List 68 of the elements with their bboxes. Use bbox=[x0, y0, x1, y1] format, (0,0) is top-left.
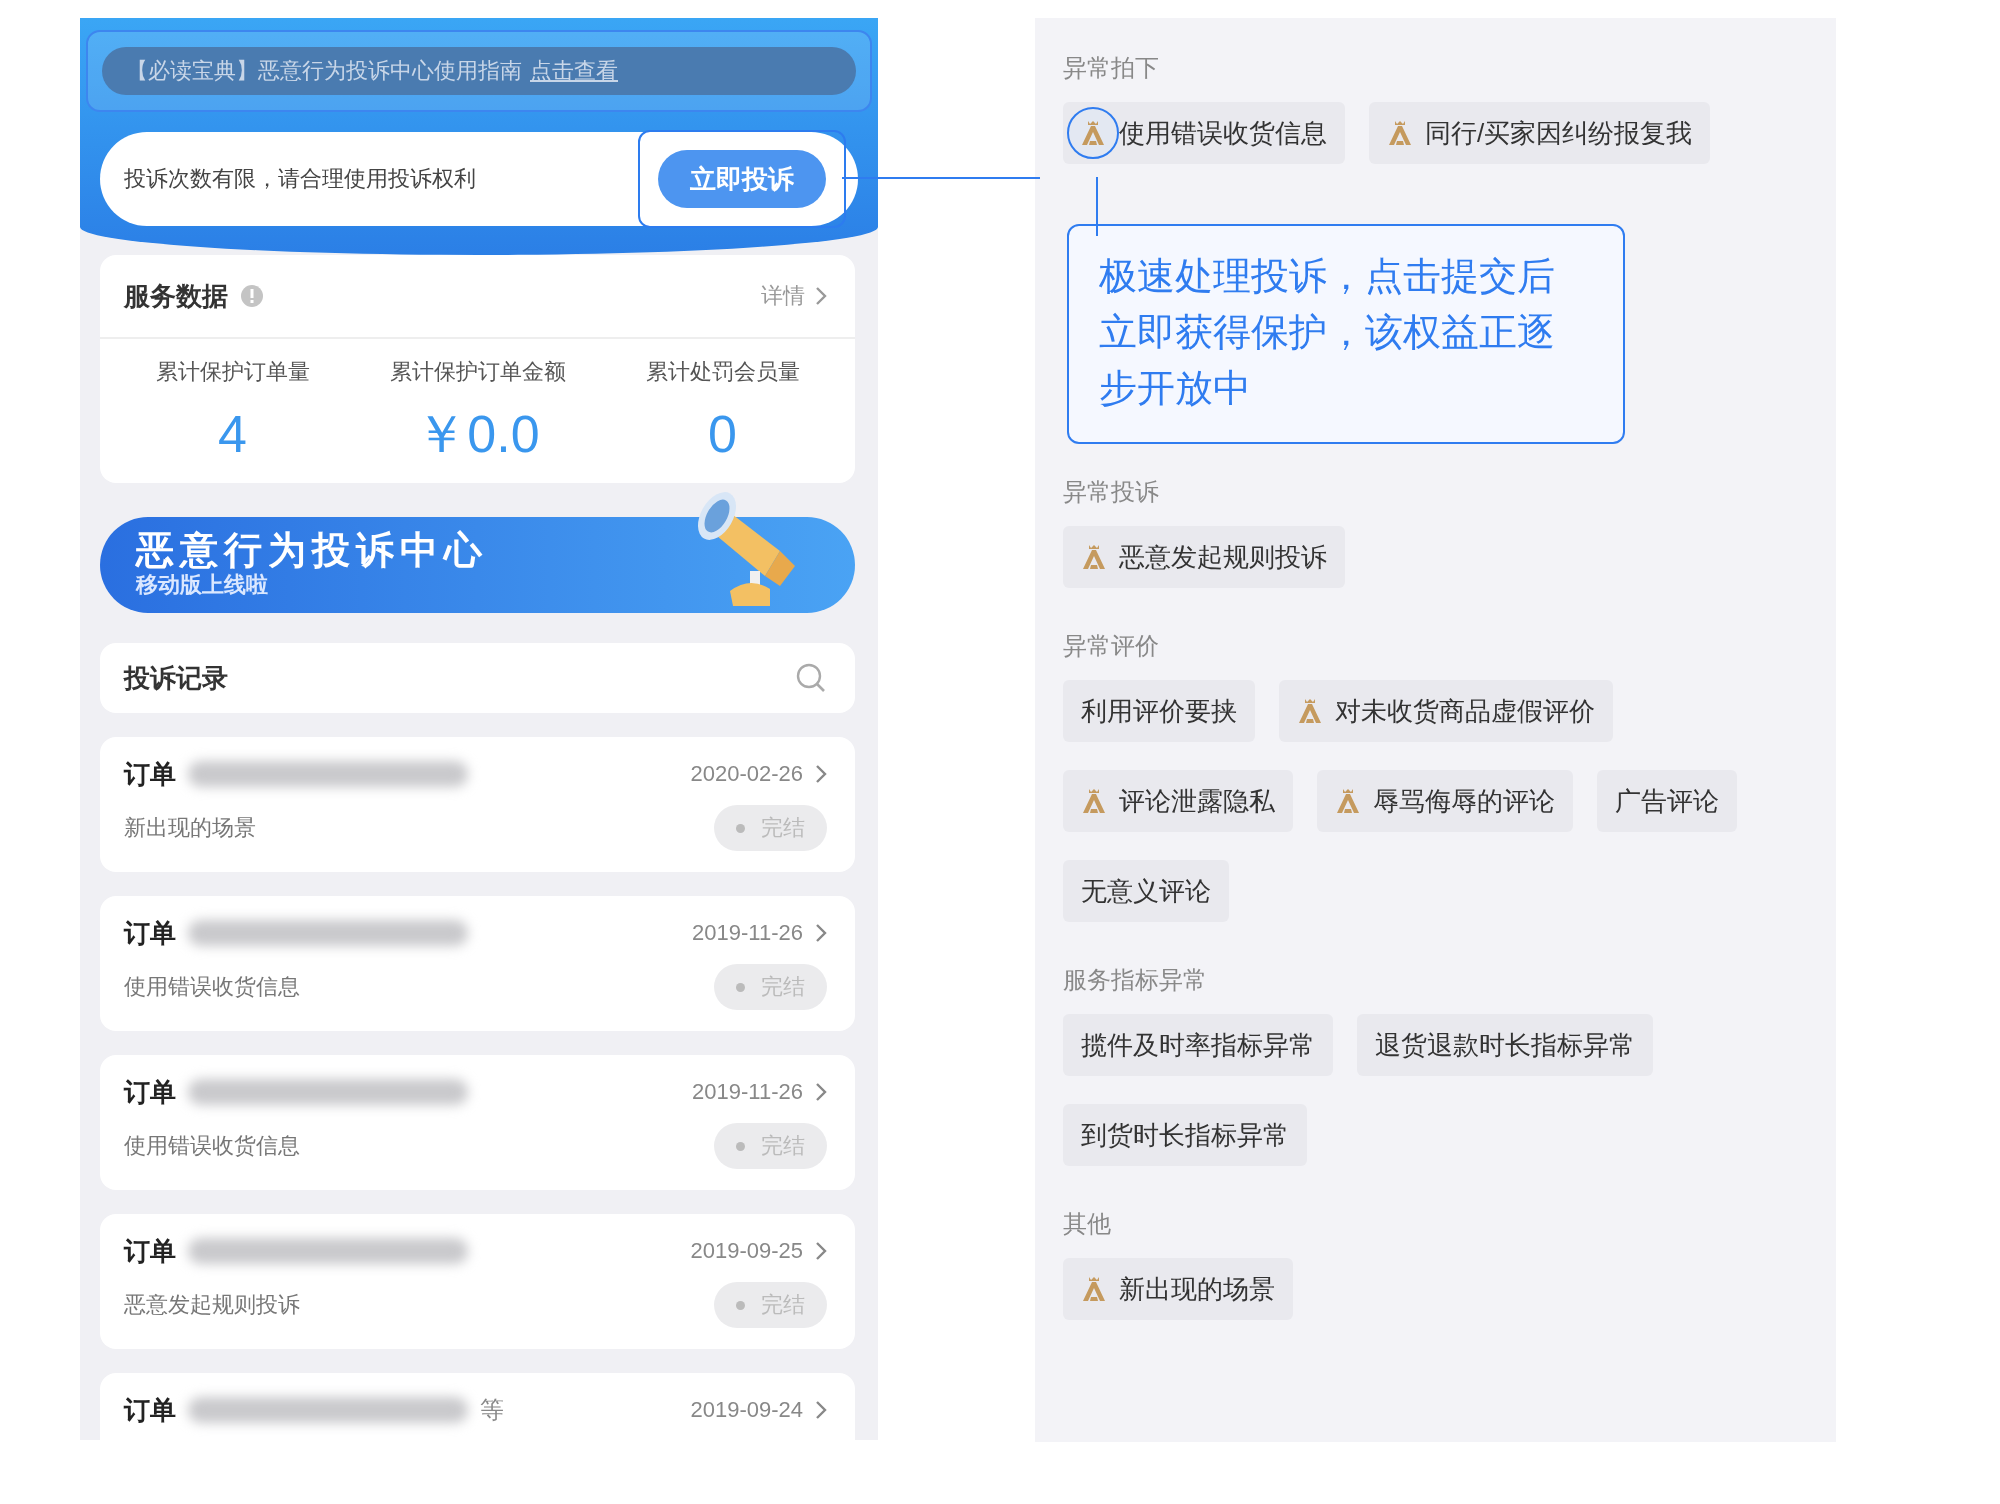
callout-tooltip: 极速处理投诉，点击提交后立即获得保护，该权益正逐步开放中 bbox=[1067, 224, 1625, 444]
category-title: 其他 bbox=[1063, 1210, 1112, 1238]
scenario-chip[interactable]: 新出现的场景 bbox=[1063, 1258, 1293, 1320]
crown-emblem-icon bbox=[1081, 544, 1107, 570]
chevron-right-icon bbox=[815, 1082, 827, 1102]
stat-label: 累计保护订单金额 bbox=[389, 359, 566, 385]
status-dot-icon bbox=[736, 1300, 745, 1310]
scenario-chip[interactable]: 恶意发起规则投诉 bbox=[1063, 526, 1345, 588]
category-title: 服务指标异常 bbox=[1063, 966, 1208, 994]
chevron-right-icon bbox=[815, 923, 827, 943]
scenario-chip[interactable]: 辱骂侮辱的评论 bbox=[1317, 770, 1573, 832]
scenario-chip[interactable]: 广告评论 bbox=[1597, 770, 1737, 832]
crown-emblem-icon bbox=[1081, 788, 1107, 814]
order-label: 订单 bbox=[124, 1235, 176, 1268]
notice-text: 【必读宝典】恶意行为投诉中心使用指南 bbox=[126, 57, 522, 85]
scenario-chip[interactable]: 揽件及时率指标异常 bbox=[1063, 1014, 1333, 1076]
crown-emblem-icon bbox=[1387, 120, 1413, 146]
banner-title: 恶意行为投诉中心 bbox=[136, 530, 488, 570]
scenario-chip[interactable]: 使用错误收货信息 bbox=[1063, 102, 1345, 164]
stat-value: ￥0.0 bbox=[415, 405, 540, 463]
chevron-right-icon bbox=[815, 1241, 827, 1261]
chevron-right-icon bbox=[815, 764, 827, 784]
crown-emblem-icon bbox=[1297, 698, 1323, 724]
crown-emblem-icon bbox=[1335, 788, 1361, 814]
stat-value: 0 bbox=[708, 405, 737, 463]
stat-label: 累计保护订单量 bbox=[155, 359, 310, 385]
order-date: 2019-09-25 bbox=[690, 1237, 803, 1265]
scenario-chip[interactable]: 退货退款时长指标异常 bbox=[1357, 1014, 1653, 1076]
leader-line bbox=[1096, 176, 1098, 237]
order-date: 2020-02-26 bbox=[690, 760, 803, 788]
order-scene: 恶意发起规则投诉 bbox=[124, 1291, 300, 1319]
order-date: 2019-11-26 bbox=[692, 919, 803, 947]
banner-subtitle: 移动版上线啦 bbox=[136, 571, 269, 599]
order-date: 2019-09-24 bbox=[690, 1396, 803, 1424]
records-title: 投诉记录 bbox=[124, 661, 228, 695]
order-label: 订单 bbox=[124, 1394, 176, 1427]
status-dot-icon bbox=[736, 982, 745, 992]
category-title: 异常拍下 bbox=[1063, 54, 1160, 82]
status-dot-icon bbox=[736, 823, 745, 833]
promo-banner[interactable]: 恶意行为投诉中心 移动版上线啦 bbox=[100, 517, 855, 613]
search-icon[interactable] bbox=[795, 662, 827, 694]
info-icon bbox=[240, 284, 264, 308]
service-data-title: 服务数据 bbox=[124, 279, 228, 313]
complaint-hint: 投诉次数有限，请合理使用投诉权利 bbox=[124, 165, 476, 193]
scenario-chip[interactable]: 评论泄露隐私 bbox=[1063, 770, 1293, 832]
order-scene: 新出现的场景 bbox=[124, 814, 256, 842]
stat-label: 累计处罚会员量 bbox=[645, 359, 800, 385]
status-dot-icon bbox=[736, 1141, 745, 1151]
scenario-chip[interactable]: 对未收货商品虚假评价 bbox=[1279, 680, 1613, 742]
category-title: 异常评价 bbox=[1063, 632, 1160, 660]
category-title: 异常投诉 bbox=[1063, 478, 1160, 506]
scenario-chip[interactable]: 无意义评论 bbox=[1063, 860, 1229, 922]
scenario-chip[interactable]: 利用评价要挟 bbox=[1063, 680, 1255, 742]
order-label: 订单 bbox=[124, 1076, 176, 1109]
order-label: 订单 bbox=[124, 917, 176, 950]
scenario-chip[interactable]: 同行/买家因纠纷报复我 bbox=[1369, 102, 1711, 164]
order-card[interactable]: 订单 等 2019-09-24 bbox=[100, 1373, 855, 1440]
stat-value: 4 bbox=[218, 405, 247, 463]
crown-emblem-icon bbox=[1081, 1276, 1107, 1302]
scenario-chip[interactable]: 到货时长指标异常 bbox=[1063, 1104, 1307, 1166]
crown-emblem-icon bbox=[1080, 120, 1106, 146]
order-label: 订单 bbox=[124, 758, 176, 791]
order-scene: 使用错误收货信息 bbox=[124, 973, 300, 1001]
chevron-right-icon bbox=[815, 1400, 827, 1420]
order-suffix: 等 bbox=[480, 1395, 504, 1425]
order-scene: 使用错误收货信息 bbox=[124, 1132, 300, 1160]
order-date: 2019-11-26 bbox=[692, 1078, 803, 1106]
chevron-right-icon bbox=[815, 286, 827, 306]
